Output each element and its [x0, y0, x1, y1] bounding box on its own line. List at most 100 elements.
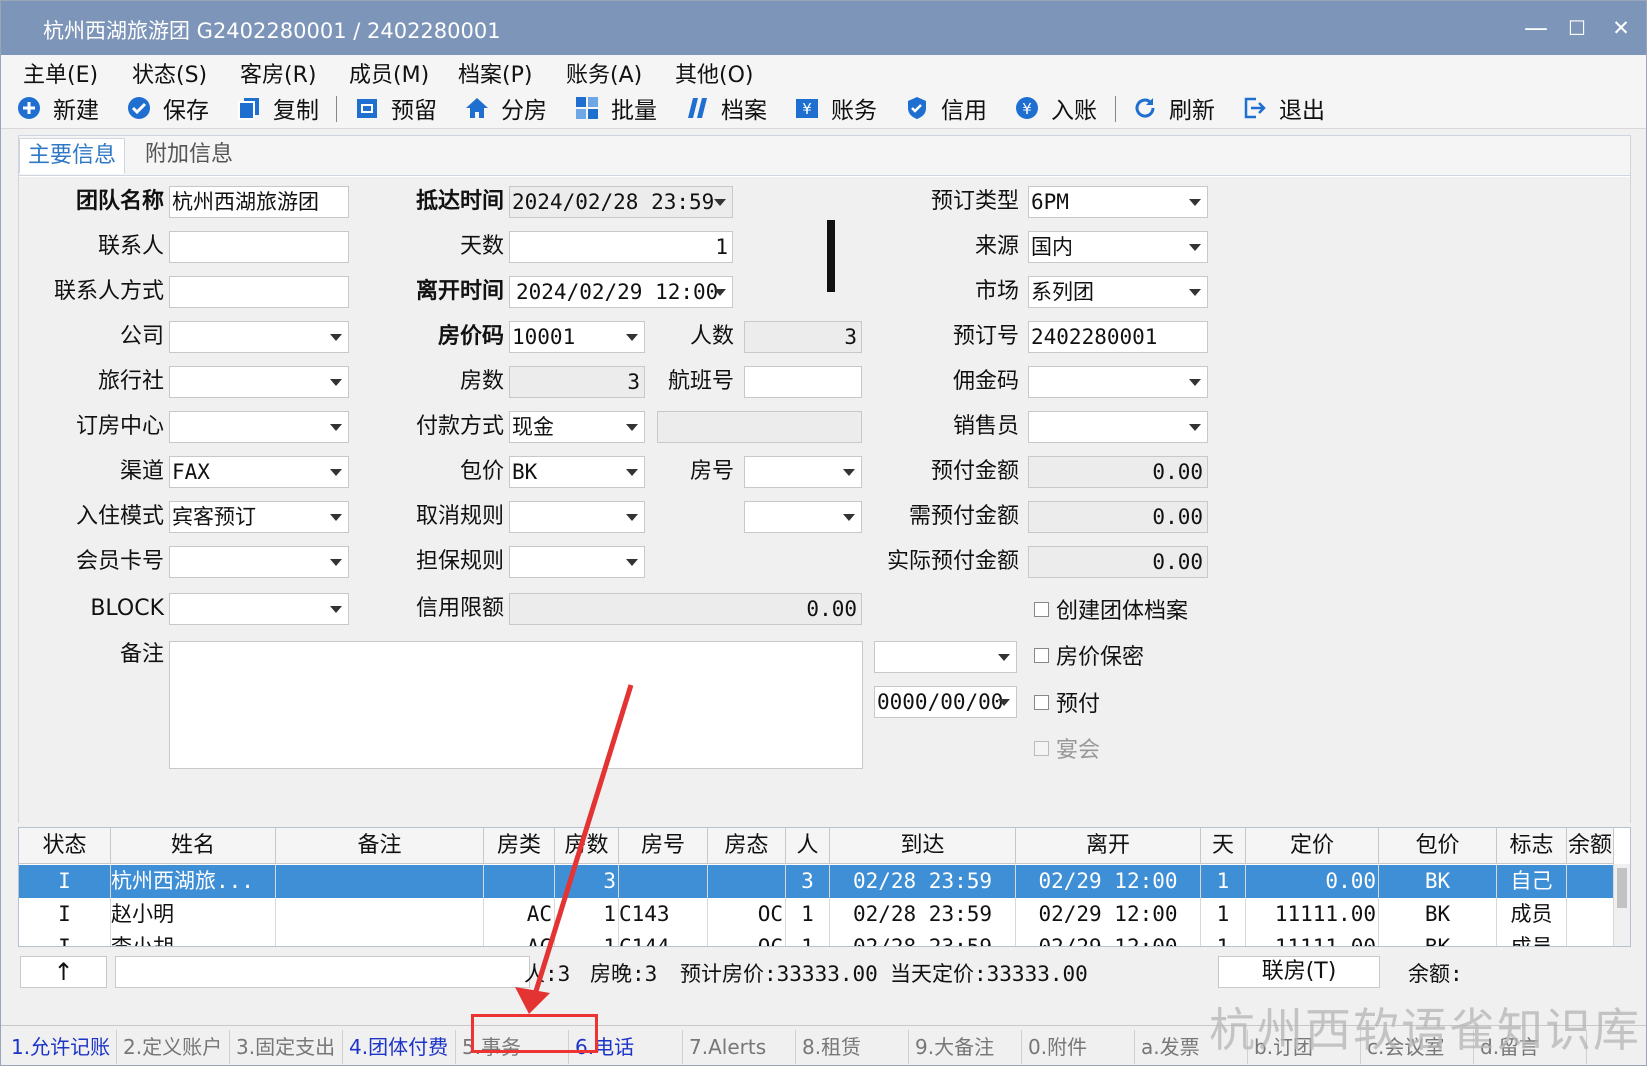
- booking-center-select[interactable]: [169, 411, 349, 443]
- flight-label: 航班号: [667, 369, 734, 394]
- market-select[interactable]: 系列团: [1028, 276, 1208, 308]
- main-panel: 主要信息 附加信息 团队名称 杭州西湖旅游团 联系人 联系人方式 公司 旅行社 …: [18, 135, 1631, 824]
- up-arrow-button[interactable]: ↑: [20, 956, 107, 988]
- extra-select[interactable]: [874, 641, 1017, 673]
- minimize-button[interactable]: —: [1521, 14, 1551, 42]
- bottom-tab[interactable]: 9.大备注: [909, 1030, 1022, 1064]
- bottom-tab[interactable]: 1.允许记账: [5, 1030, 117, 1064]
- rate-secret-checkbox[interactable]: 房价保密: [1034, 639, 1144, 671]
- bottom-tab[interactable]: 0.附件: [1022, 1030, 1135, 1064]
- guarantee-rule-select[interactable]: [509, 546, 645, 578]
- column-header[interactable]: 标志: [1497, 828, 1567, 864]
- team-name-input[interactable]: 杭州西湖旅游团: [169, 186, 349, 218]
- column-header[interactable]: 余额: [1567, 828, 1614, 864]
- column-header[interactable]: 房态: [708, 828, 786, 864]
- refresh-button[interactable]: 刷新: [1133, 92, 1215, 124]
- column-header[interactable]: 包价: [1379, 828, 1497, 864]
- menu-profile[interactable]: 档案(P): [458, 57, 532, 89]
- remark-textarea[interactable]: [169, 641, 863, 769]
- column-header[interactable]: 天: [1201, 828, 1246, 864]
- commission-select[interactable]: [1028, 366, 1208, 398]
- title-bar[interactable]: 杭州西湖旅游团 G2402280001 / 2402280001 — ☐ ✕: [1, 1, 1646, 55]
- summary-input[interactable]: [115, 956, 530, 988]
- contact-method-input[interactable]: [169, 276, 349, 308]
- post-button[interactable]: ¥ 入账: [1015, 92, 1097, 124]
- cancel-rule-select[interactable]: [509, 501, 645, 533]
- checkin-mode-select[interactable]: 宾客预订: [169, 501, 349, 533]
- agency-select[interactable]: [169, 366, 349, 398]
- column-header[interactable]: 定价: [1246, 828, 1379, 864]
- bottom-tab[interactable]: 6.电话: [569, 1030, 683, 1064]
- bottom-tab[interactable]: 8.租赁: [796, 1030, 909, 1064]
- channel-select[interactable]: FAX: [169, 456, 349, 488]
- table-scrollbar[interactable]: [1613, 864, 1630, 946]
- create-team-profile-checkbox[interactable]: 创建团体档案: [1034, 593, 1188, 625]
- reserve-button[interactable]: 预留: [355, 92, 437, 124]
- rate-code-select[interactable]: 10001: [509, 321, 645, 353]
- tab-extra-info[interactable]: 附加信息: [137, 138, 241, 174]
- bottom-tab[interactable]: 3.固定支出: [230, 1030, 343, 1064]
- bottom-tab[interactable]: 2.定义账户: [117, 1030, 230, 1064]
- contact-input[interactable]: [169, 231, 349, 263]
- chevron-down-icon: [330, 469, 342, 476]
- company-select[interactable]: [169, 321, 349, 353]
- bottom-tab[interactable]: 5.事务: [456, 1030, 569, 1064]
- menu-account[interactable]: 账务(A): [566, 57, 642, 89]
- room-no-select[interactable]: [744, 456, 862, 488]
- menu-member[interactable]: 成员(M): [349, 57, 429, 89]
- column-header[interactable]: 房类: [484, 828, 555, 864]
- close-button[interactable]: ✕: [1606, 14, 1636, 42]
- booking-no-input[interactable]: 2402280001: [1028, 321, 1208, 353]
- booking-center-label: 订房中心: [75, 414, 164, 439]
- assign-room-button[interactable]: 分房: [465, 92, 547, 124]
- table-row[interactable]: I 杭州西湖旅... 3 3 02/28 23:59 02/29 12:00 1 0.00 BK…: [19, 865, 1614, 898]
- member-card-select[interactable]: [169, 546, 349, 578]
- column-header[interactable]: 备注: [276, 828, 484, 864]
- billing-button[interactable]: ¥ 账务: [795, 92, 877, 124]
- arrival-datetime[interactable]: 2024/02/28 23:59: [509, 186, 733, 218]
- exit-button[interactable]: 退出: [1243, 92, 1325, 124]
- column-header[interactable]: 到达: [830, 828, 1016, 864]
- table-row[interactable]: I 李小胡 AC 1 C144 OC 1 02/28 23:59 02/29 12:00 1 111…: [19, 931, 1614, 946]
- column-header[interactable]: 房号: [619, 828, 708, 864]
- menu-status[interactable]: 状态(S): [132, 57, 207, 89]
- column-header[interactable]: 人: [786, 828, 830, 864]
- chevron-down-icon: [626, 514, 638, 521]
- svg-text:¥: ¥: [802, 100, 812, 118]
- column-header[interactable]: 离开: [1016, 828, 1201, 864]
- extra-date-select[interactable]: 0000/00/00: [874, 686, 1017, 718]
- column-header[interactable]: 状态: [19, 828, 111, 864]
- source-select[interactable]: 国内: [1028, 231, 1208, 263]
- archive-button[interactable]: 档案: [685, 92, 767, 124]
- sales-select[interactable]: [1028, 411, 1208, 443]
- column-header[interactable]: 姓名: [111, 828, 276, 864]
- new-button[interactable]: 新建: [17, 92, 99, 124]
- payment-select[interactable]: 现金: [509, 411, 645, 443]
- column-header[interactable]: 房数: [555, 828, 619, 864]
- cancel-extra-select[interactable]: [744, 501, 862, 533]
- maximize-button[interactable]: ☐: [1562, 14, 1592, 42]
- copy-button[interactable]: 复制: [237, 92, 319, 124]
- days-input[interactable]: 1: [509, 231, 733, 263]
- bottom-tab[interactable]: 7.Alerts: [683, 1030, 796, 1064]
- prepay-checkbox[interactable]: 预付: [1034, 686, 1100, 718]
- flight-input[interactable]: [744, 366, 862, 398]
- save-button[interactable]: 保存: [127, 92, 209, 124]
- toolbar: 新建 保存 复制 预留 分房 批量 档案 ¥ 账务 信用 ¥ 入账 刷新 退出: [1, 88, 1646, 129]
- table-row[interactable]: I 赵小明 AC 1 C143 OC 1 02/28 23:59 02/29 12:00 1 111…: [19, 898, 1614, 931]
- booking-type-select[interactable]: 6PM: [1028, 186, 1208, 218]
- bottom-tab[interactable]: 4.团体付费: [343, 1030, 456, 1064]
- tab-main-info[interactable]: 主要信息: [19, 138, 126, 174]
- menu-other[interactable]: 其他(O): [675, 57, 753, 89]
- departure-datetime[interactable]: 2024/02/29 12:00: [509, 276, 733, 308]
- menu-room[interactable]: 客房(R): [240, 57, 316, 89]
- credit-button[interactable]: 信用: [905, 92, 987, 124]
- link-room-button[interactable]: 联房(T): [1218, 956, 1380, 988]
- menu-main[interactable]: 主单(E): [23, 57, 98, 89]
- chevron-down-icon: [330, 424, 342, 431]
- menu-bar: 主单(E) 状态(S) 客房(R) 成员(M) 档案(P) 账务(A) 其他(O…: [1, 55, 1646, 88]
- package-select[interactable]: BK: [509, 456, 645, 488]
- block-select[interactable]: [169, 593, 349, 625]
- batch-button[interactable]: 批量: [575, 92, 657, 124]
- scrollbar-thumb[interactable]: [1617, 868, 1627, 908]
